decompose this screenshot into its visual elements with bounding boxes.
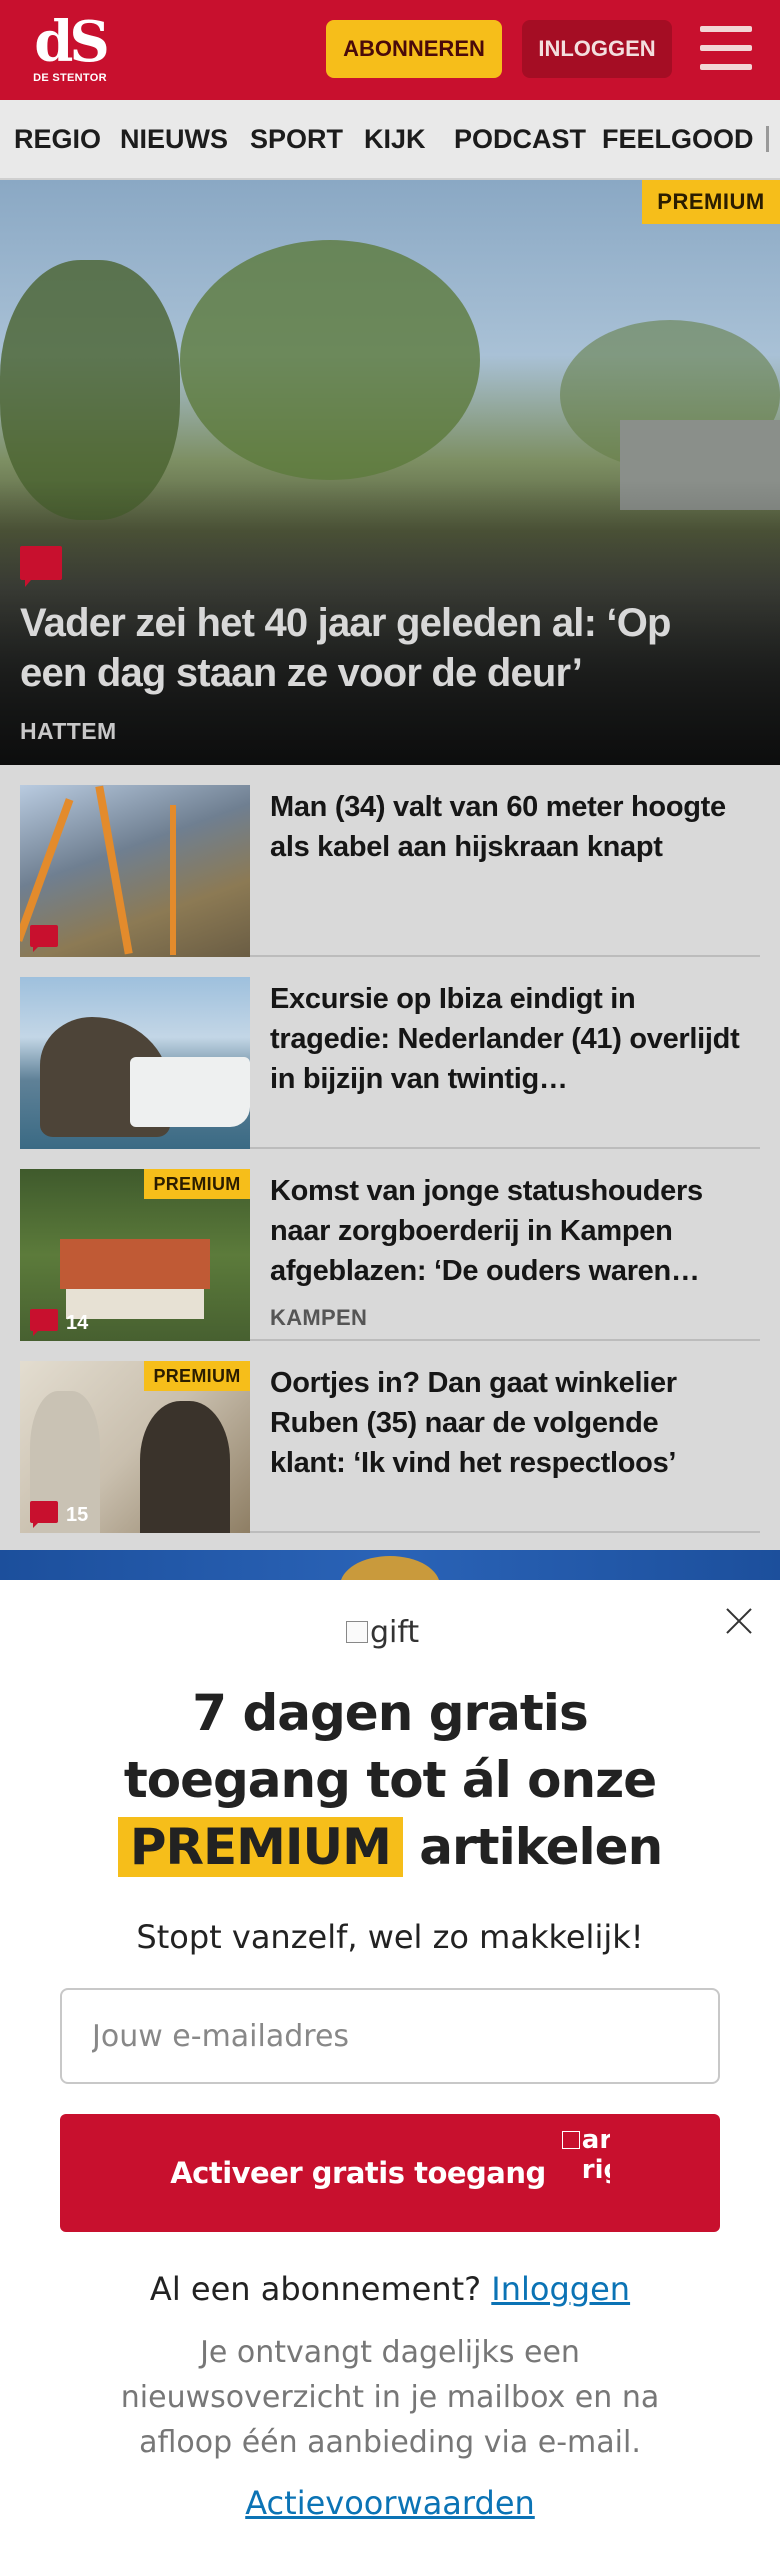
premium-badge: PREMIUM — [642, 180, 780, 224]
comment-icon — [20, 546, 62, 587]
article-thumbnail: PREMIUM 14 — [20, 1169, 250, 1341]
hamburger-icon[interactable] — [700, 24, 752, 72]
close-icon[interactable] — [724, 1606, 754, 1636]
gift-alt-text: gift — [370, 1614, 420, 1650]
headline-tail: artikelen — [419, 1818, 663, 1876]
login-link[interactable]: Inloggen — [491, 2270, 630, 2308]
logo-mark: dS — [34, 9, 110, 75]
arrow-right-icon: arrow-right — [561, 2125, 610, 2221]
nav-item-kijk[interactable]: KIJK — [364, 124, 426, 155]
headline-line-1: 7 dagen gratis — [192, 1684, 588, 1742]
hero-title[interactable]: Vader zei het 40 jaar geleden al: ‘Op ee… — [20, 598, 740, 698]
article-thumbnail: PREMIUM 15 — [20, 1361, 250, 1533]
list-item[interactable]: Excursie op Ibiza eindigt in tragedie: N… — [20, 957, 760, 1149]
comment-count: 14 — [66, 1312, 89, 1334]
article-thumbnail — [20, 785, 250, 957]
nav-item-regio[interactable]: REGIO — [14, 124, 101, 155]
broken-image-icon — [346, 1621, 368, 1643]
list-item[interactable]: Man (34) valt van 60 meter hoogte als ka… — [20, 765, 760, 957]
logo-subtitle: DE STENTOR — [33, 72, 107, 84]
email-field[interactable] — [60, 1988, 720, 2084]
login-button[interactable]: INLOGGEN — [522, 20, 672, 78]
premium-badge: PREMIUM — [144, 1169, 250, 1199]
article-thumbnail — [20, 977, 250, 1149]
comment-icon — [30, 925, 58, 952]
list-item[interactable]: PREMIUM 15 Oortjes in? Dan gaat winkelie… — [20, 1341, 760, 1533]
hero-location: HATTEM — [20, 718, 117, 744]
offer-note: Je ontvangt dagelijks een nieuwsoverzich… — [120, 2335, 660, 2460]
article-location: KAMPEN — [270, 1305, 368, 1330]
offer-subline: Stopt vanzelf, wel zo makkelijk! — [136, 1918, 644, 1956]
headline-premium-highlight: PREMIUM — [117, 1817, 403, 1877]
login-prompt-line: Al een abonnement? Inloggen — [0, 2270, 780, 2308]
section-nav: REGIO NIEUWS SPORT KIJK PODCAST FEELGOOD — [0, 100, 780, 180]
list-item[interactable]: PREMIUM 14 Komst van jonge statushouders… — [20, 1149, 760, 1341]
hero-image-tree — [180, 240, 480, 480]
nav-item-sport[interactable]: SPORT — [250, 124, 343, 155]
subscribe-button[interactable]: ABONNEREN — [326, 20, 502, 78]
offer-headline: 7 dagen gratis toegang tot ál onze PREMI… — [0, 1680, 780, 1881]
nav-scroll-indicator — [766, 126, 769, 152]
comment-icon — [30, 1501, 58, 1528]
promo-banner-strip — [0, 1550, 780, 1580]
article-title[interactable]: Excursie op Ibiza eindigt in tragedie: N… — [270, 979, 740, 1099]
article-title[interactable]: Oortjes in? Dan gaat winkelier Ruben (35… — [270, 1363, 740, 1483]
comment-count: 15 — [66, 1504, 89, 1526]
headline-line-3: PREMIUM artikelen — [0, 1814, 780, 1881]
nav-item-podcast[interactable]: PODCAST — [454, 124, 586, 155]
headline-line-2: toegang tot ál onze — [123, 1751, 657, 1809]
article-title[interactable]: Man (34) valt van 60 meter hoogte als ka… — [270, 787, 740, 867]
article-title[interactable]: Komst van jonge statushouders naar zorgb… — [270, 1171, 740, 1291]
nav-item-feelgood[interactable]: FEELGOOD — [602, 124, 754, 155]
site-header: dS DE STENTOR ABONNEREN INLOGGEN — [0, 0, 780, 100]
logo[interactable]: dS DE STENTOR — [30, 14, 110, 86]
article-list: Man (34) valt van 60 meter hoogte als ka… — [0, 765, 780, 1550]
trial-offer-modal: gift 7 dagen gratis toegang tot ál onze … — [0, 1580, 780, 2560]
login-prompt: Al een abonnement? — [149, 2270, 482, 2308]
activate-trial-label: Activeer gratis toegang — [170, 2156, 546, 2190]
nav-item-nieuws[interactable]: NIEUWS — [120, 124, 228, 155]
terms-line: Actievoorwaarden — [0, 2484, 780, 2522]
premium-badge: PREMIUM — [144, 1361, 250, 1391]
gift-icon: gift — [346, 1612, 419, 1652]
activate-trial-button[interactable]: Activeer gratis toegang arrow-right — [60, 2114, 720, 2232]
hero-article[interactable]: PREMIUM Vader zei het 40 jaar geleden al… — [0, 180, 780, 765]
terms-link[interactable]: Actievoorwaarden — [245, 2484, 535, 2522]
comment-icon — [30, 1309, 58, 1336]
